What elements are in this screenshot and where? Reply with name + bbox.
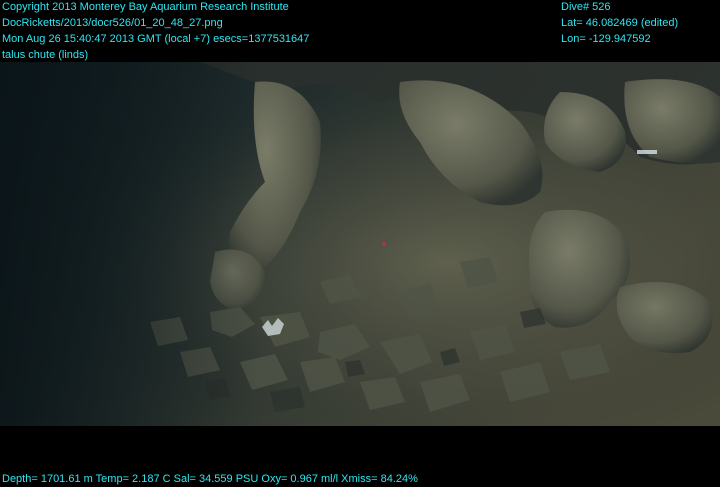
sensor-data-overlay: Depth= 1701.61 m Temp= 2.187 C Sal= 34.5… xyxy=(2,473,418,485)
annotation-text: talus chute (linds) xyxy=(2,49,89,61)
metadata-overlay-left: Copyright 2013 Monterey Bay Aquarium Res… xyxy=(2,0,309,63)
video-frame: Copyright 2013 Monterey Bay Aquarium Res… xyxy=(0,0,720,486)
copyright-text: Copyright 2013 Monterey Bay Aquarium Res… xyxy=(2,1,289,13)
dive-number-text: Dive# 526 xyxy=(561,1,611,13)
red-organism xyxy=(382,242,386,246)
white-debris xyxy=(637,150,657,154)
latitude-text: Lat= 46.082469 (edited) xyxy=(561,17,679,29)
metadata-overlay-right: Dive# 526 Lat= 46.082469 (edited) Lon= -… xyxy=(561,0,678,47)
seafloor-image xyxy=(0,62,720,426)
longitude-text: Lon= -129.947592 xyxy=(561,33,651,45)
seafloor-scene xyxy=(0,62,720,426)
image-path-text: DocRicketts/2013/docr526/01_20_48_27.png xyxy=(2,17,223,29)
timestamp-text: Mon Aug 26 15:40:47 2013 GMT (local +7) … xyxy=(2,33,310,45)
